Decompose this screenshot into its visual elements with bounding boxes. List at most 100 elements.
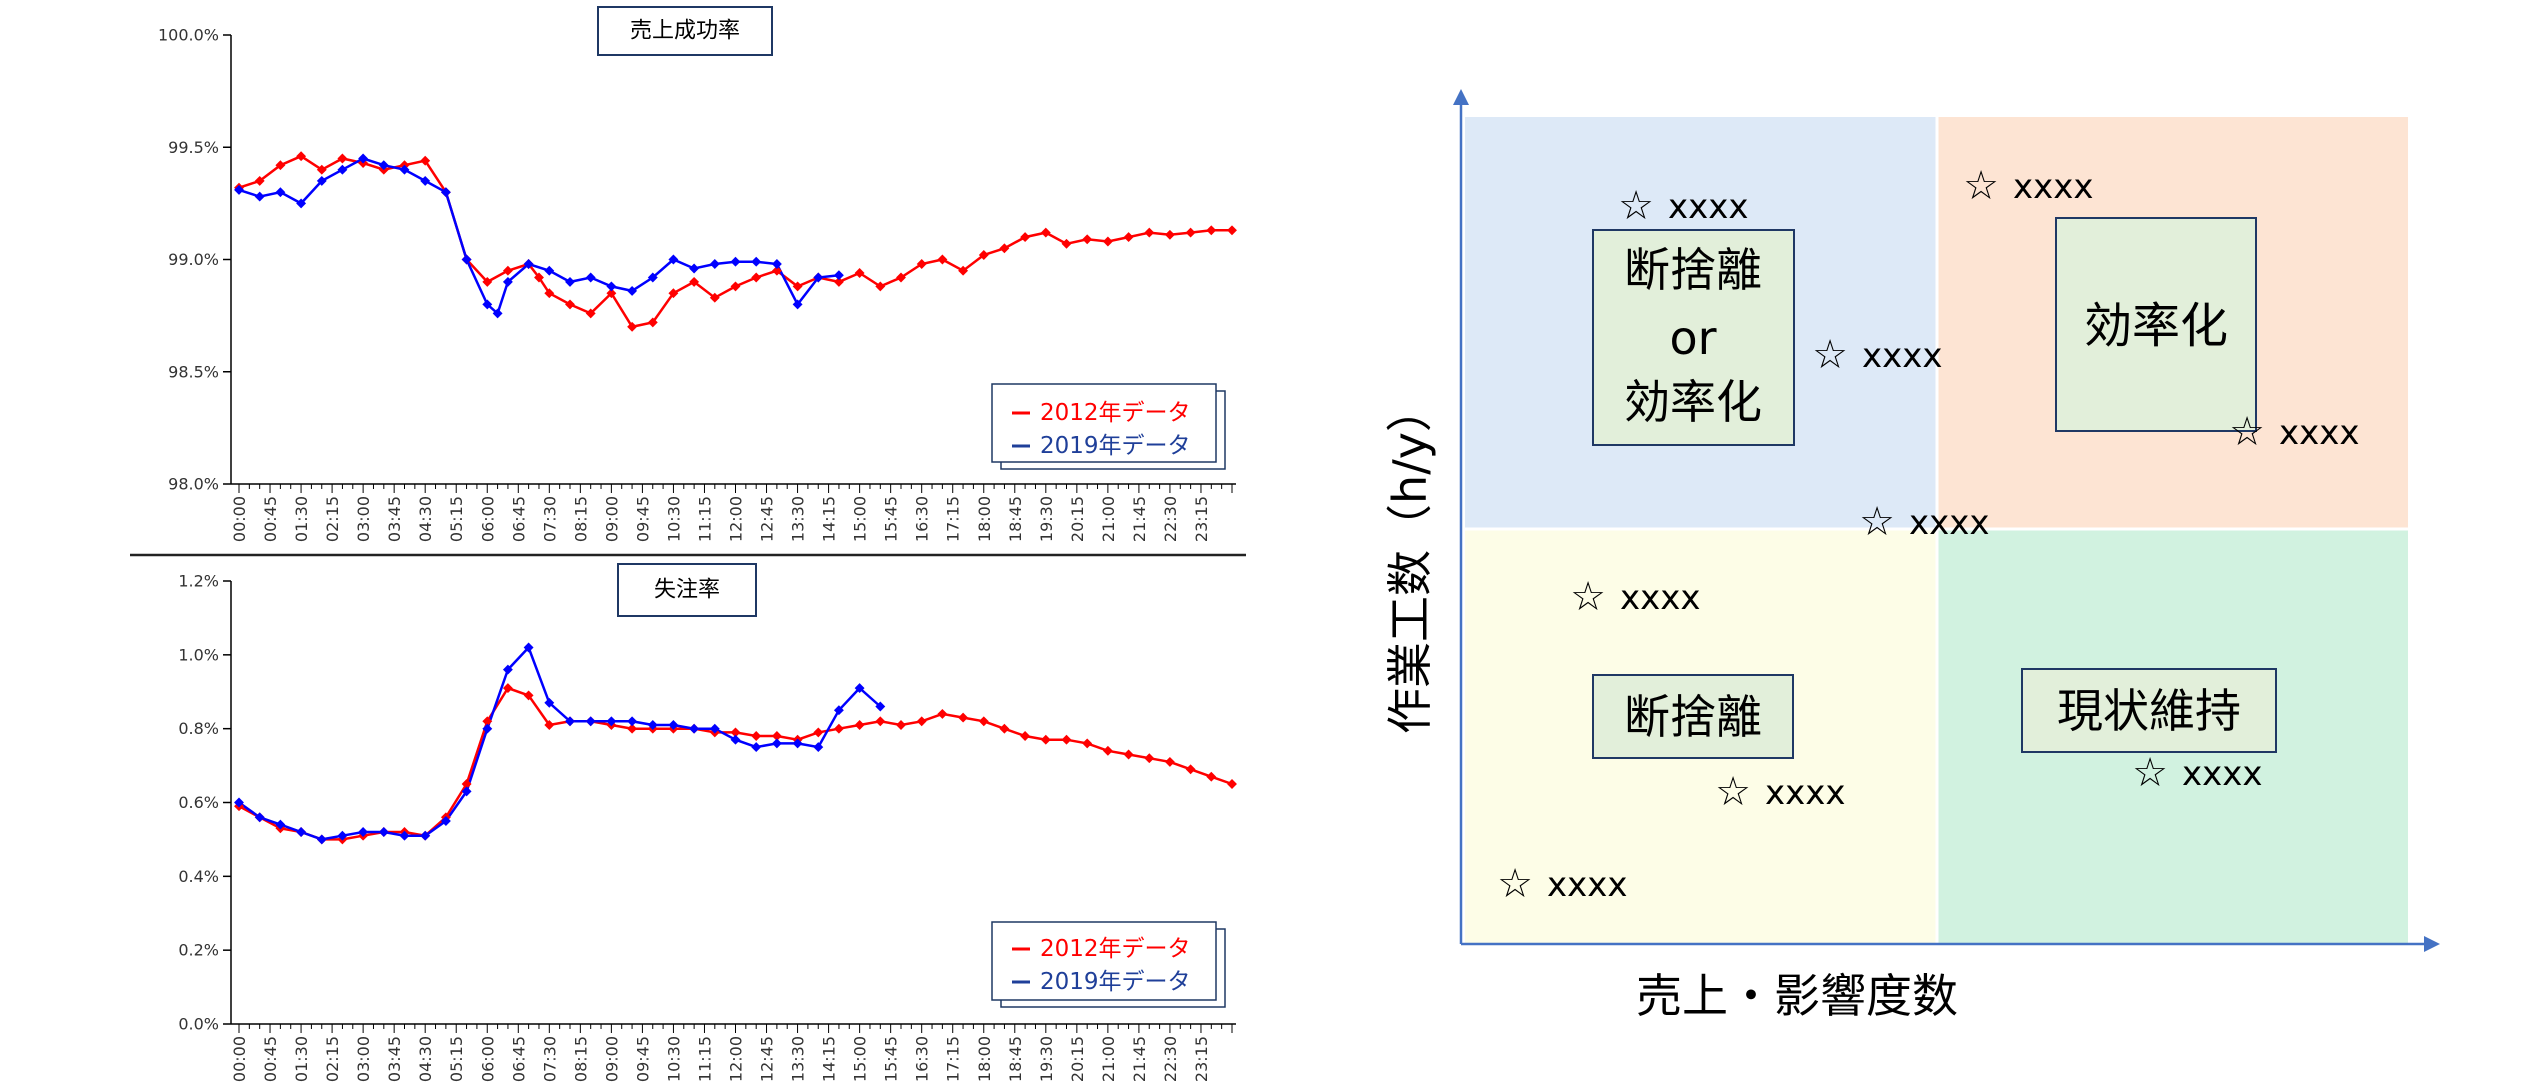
x-tick-label: 06:00 <box>478 1036 497 1082</box>
x-tick-label: 14:15 <box>820 496 839 542</box>
data-point <box>1040 227 1051 238</box>
x-tick-label: 21:00 <box>1099 496 1118 542</box>
x-tick-label: 11:15 <box>695 496 714 542</box>
data-point <box>502 265 513 276</box>
data-point <box>937 708 948 719</box>
x-tick-label: 11:15 <box>695 1036 714 1082</box>
matrix-item: ☆ xxxx <box>1963 163 2093 209</box>
y-tick-label: 0.2% <box>178 941 219 960</box>
data-point <box>337 153 348 164</box>
data-point <box>296 827 307 837</box>
matrix-x-axis-label: 売上・影響度数 <box>1636 969 1958 1023</box>
lost-order-rate-chart: 失注率 1.2% 1.0% 0.8% 0.6% 0.4% 0.2% 0.0% 00:00 00… <box>178 563 1237 1082</box>
star-icon: ☆ <box>1570 574 1606 620</box>
data-point <box>585 272 596 283</box>
x-tick-label: 16:30 <box>913 496 932 542</box>
data-point <box>833 723 844 734</box>
data-point <box>1123 749 1134 760</box>
x-tick-label: 10:30 <box>664 1036 683 1082</box>
y-tick-label: 98.5% <box>168 362 219 381</box>
data-point <box>1061 734 1072 745</box>
data-point <box>337 164 348 175</box>
box-efficiency-label: 効率化 <box>2084 298 2228 354</box>
star-icon: ☆ <box>1497 861 1533 907</box>
x-tick-label: 17:15 <box>944 1036 963 1082</box>
data-point <box>316 834 327 845</box>
x-tick-label: 02:15 <box>323 1036 342 1082</box>
y-tick-label: 0.4% <box>178 867 219 886</box>
matrix-item: ☆ xxxx <box>2229 409 2359 455</box>
data-point <box>978 716 989 727</box>
data-point <box>1102 745 1113 756</box>
data-point <box>1082 234 1093 245</box>
star-icon: ☆ <box>2229 409 2265 455</box>
chart1-legend: 2012年データ 2019年データ <box>991 383 1226 470</box>
x-tick-label: 00:00 <box>230 496 249 542</box>
data-point <box>585 716 596 727</box>
data-point <box>565 299 575 310</box>
data-point <box>730 281 741 292</box>
data-point <box>1061 238 1072 249</box>
data-point <box>1164 756 1175 767</box>
data-point <box>420 175 431 186</box>
y-tick-label: 0.6% <box>178 793 219 812</box>
data-point <box>896 720 906 730</box>
x-tick-label: 22:30 <box>1161 1036 1180 1082</box>
data-point <box>751 256 762 267</box>
data-point <box>1020 232 1031 243</box>
box-discard-or-efficiency-line2: or <box>1669 311 1716 365</box>
y-tick-label: 0.8% <box>178 719 219 738</box>
data-point <box>1227 779 1237 789</box>
priority-matrix: 売上・影響度数 作業工数（h/y） 断捨離 or 効率化 効率化 断捨離 現状維… <box>1383 89 2440 1023</box>
matrix-item-label: xxxx <box>1668 187 1748 227</box>
chart2-legend: 2012年データ 2019年データ <box>991 921 1226 1008</box>
x-tick-label: 21:45 <box>1130 1036 1149 1082</box>
data-point <box>751 742 762 753</box>
x-tick-label: 15:45 <box>882 496 901 542</box>
data-point <box>565 276 575 287</box>
x-tick-label: 06:45 <box>509 496 528 542</box>
data-point <box>544 265 555 276</box>
x-tick-label: 05:15 <box>447 496 466 542</box>
x-tick-label: 19:30 <box>1037 496 1056 542</box>
data-point <box>1185 227 1196 238</box>
y-tick-label: 0.0% <box>178 1015 219 1034</box>
data-point <box>916 716 927 727</box>
data-point <box>813 742 824 753</box>
x-tick-label: 07:30 <box>540 496 559 542</box>
y-tick-label: 1.2% <box>178 572 219 591</box>
x-tick-label: 03:00 <box>354 496 373 542</box>
data-point <box>1185 764 1196 775</box>
x-tick-label: 20:15 <box>1068 496 1087 542</box>
x-tick-label: 01:30 <box>292 496 311 542</box>
x-tick-label: 12:45 <box>758 496 777 542</box>
star-icon: ☆ <box>1859 499 1895 545</box>
x-tick-label: 10:30 <box>664 496 683 542</box>
x-tick-label: 23:15 <box>1192 496 1211 542</box>
chart1-legend-2012: 2012年データ <box>1040 400 1191 426</box>
box-status-quo-label: 現状維持 <box>2057 684 2241 738</box>
y-tick-label: 99.0% <box>168 250 219 269</box>
data-point <box>1144 227 1155 238</box>
x-tick-label: 19:30 <box>1037 1036 1056 1082</box>
x-tick-label: 18:45 <box>1006 1036 1025 1082</box>
matrix-y-arrowhead <box>1453 89 1469 105</box>
x-tick-label: 02:15 <box>323 496 342 542</box>
x-tick-label: 00:45 <box>261 496 280 542</box>
data-point <box>751 272 762 283</box>
chart2-legend-2019: 2019年データ <box>1040 969 1191 995</box>
data-point <box>254 191 265 202</box>
data-point <box>875 716 886 727</box>
chart1-legend-2019: 2019年データ <box>1040 433 1191 459</box>
x-tick-label: 04:30 <box>416 496 435 542</box>
x-tick-label: 22:30 <box>1161 496 1180 542</box>
data-point <box>1227 225 1237 236</box>
x-tick-label: 00:45 <box>261 1036 280 1082</box>
matrix-y-axis-label: 作業工数（h/y） <box>1383 386 1437 734</box>
matrix-item-label: xxxx <box>1620 578 1700 618</box>
matrix-item-label: xxxx <box>1862 336 1942 376</box>
data-point <box>709 259 720 269</box>
data-point <box>1020 731 1031 741</box>
data-point <box>1144 753 1155 764</box>
x-tick-label: 09:45 <box>633 1036 652 1082</box>
